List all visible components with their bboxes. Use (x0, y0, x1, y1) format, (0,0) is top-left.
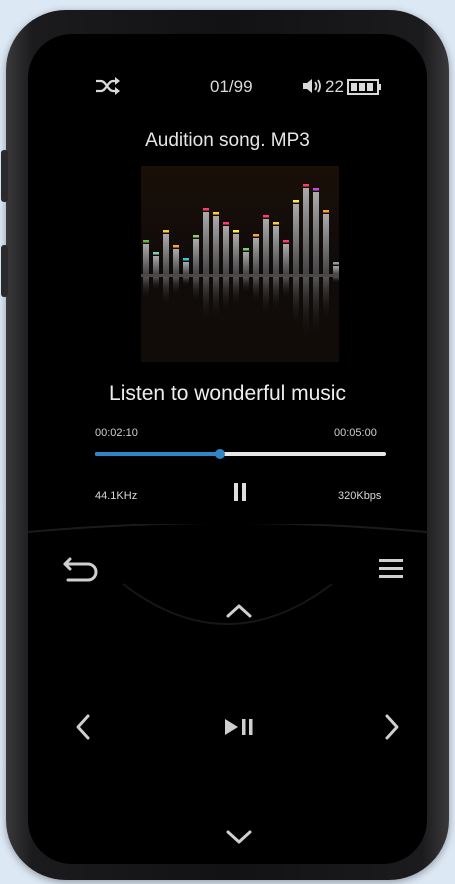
bitrate: 320Kbps (338, 490, 382, 502)
eq-bar (263, 219, 269, 274)
eq-bar (273, 226, 279, 274)
eq-bar-cap (333, 262, 339, 265)
eq-bar (333, 266, 339, 274)
eq-bar-reflection (303, 277, 309, 342)
eq-bar-cap (323, 210, 329, 213)
side-button-upper[interactable] (1, 150, 8, 202)
eq-bar (173, 249, 179, 274)
eq-bar-reflection (333, 277, 339, 283)
eq-bar-reflection (243, 277, 249, 294)
eq-bar (193, 239, 199, 274)
eq-bar-cap (143, 240, 149, 243)
eq-bar (303, 188, 309, 274)
menu-icon[interactable] (379, 558, 403, 580)
eq-bar-cap (243, 248, 249, 251)
eq-bar-reflection (153, 277, 159, 291)
eq-bar-reflection (223, 277, 229, 313)
eq-bar (323, 214, 329, 274)
eq-bar-cap (313, 188, 319, 191)
eq-bar-cap (253, 234, 259, 237)
chevron-left-icon[interactable] (74, 713, 92, 741)
chevron-right-icon[interactable] (383, 713, 401, 741)
eq-bar (253, 238, 259, 274)
chevron-down-icon[interactable] (225, 828, 253, 846)
eq-bar (153, 256, 159, 274)
eq-bar-reflection (253, 277, 259, 304)
eq-bar-reflection (263, 277, 269, 319)
eq-bar-cap (183, 258, 189, 261)
eq-bar-reflection (193, 277, 199, 304)
sample-rate: 44.1KHz (95, 490, 138, 502)
eq-bar (143, 244, 149, 274)
progress-track[interactable] (95, 449, 386, 459)
eq-bar-cap (153, 252, 159, 255)
eq-bar (313, 192, 319, 274)
eq-bar-cap (223, 222, 229, 225)
eq-bar-reflection (213, 277, 219, 321)
eq-bar-reflection (233, 277, 239, 307)
album-art (141, 166, 339, 362)
eq-bar-reflection (283, 277, 289, 300)
eq-bar-reflection (143, 277, 149, 300)
eq-bar (183, 262, 189, 274)
eq-bar-cap (193, 235, 199, 238)
eq-bar (293, 204, 299, 274)
eq-bar (223, 226, 229, 274)
eq-bar (243, 252, 249, 274)
battery-icon (347, 79, 381, 95)
player-screen: 01/99 22 Audition song. MP3 Listen to wo… (28, 34, 427, 864)
track-counter: 01/99 (210, 77, 253, 96)
play-pause-icon[interactable] (224, 718, 256, 736)
eq-bar-reflection (203, 277, 209, 324)
eq-bar (163, 234, 169, 274)
eq-bar (203, 212, 209, 274)
volume-level: 22 (325, 77, 344, 96)
eq-bar-reflection (313, 277, 319, 339)
progress-fill (95, 452, 221, 456)
shuffle-icon[interactable] (94, 76, 122, 96)
pause-icon[interactable] (233, 482, 247, 502)
eq-bar-cap (263, 215, 269, 218)
eq-bar (283, 244, 289, 274)
song-title: Audition song. MP3 (145, 130, 310, 151)
elapsed-time: 00:02:10 (95, 427, 138, 439)
eq-bar-reflection (183, 277, 189, 286)
tagline: Listen to wonderful music (109, 382, 346, 405)
progress-knob[interactable] (215, 449, 226, 459)
eq-bar-reflection (323, 277, 329, 322)
eq-bar-cap (173, 245, 179, 248)
speaker-icon[interactable] (301, 77, 325, 95)
eq-bar-cap (283, 240, 289, 243)
back-icon[interactable] (62, 554, 102, 584)
eq-bar-cap (273, 222, 279, 225)
eq-bar-cap (203, 208, 209, 211)
total-time: 00:05:00 (334, 427, 377, 439)
eq-bar-reflection (293, 277, 299, 330)
eq-bar-reflection (163, 277, 169, 307)
eq-bar (213, 216, 219, 274)
eq-bar-cap (303, 184, 309, 187)
eq-bar (233, 234, 239, 274)
eq-bar-cap (233, 230, 239, 233)
eq-bar-reflection (173, 277, 179, 296)
eq-bar-cap (163, 230, 169, 233)
eq-bar-cap (293, 200, 299, 203)
side-button-lower[interactable] (1, 245, 8, 297)
control-arcs (28, 524, 427, 625)
mp3-player-device: 01/99 22 Audition song. MP3 Listen to wo… (1, 10, 449, 880)
eq-bar-reflection (273, 277, 279, 313)
eq-bar-cap (213, 212, 219, 215)
chevron-up-icon[interactable] (225, 602, 253, 620)
